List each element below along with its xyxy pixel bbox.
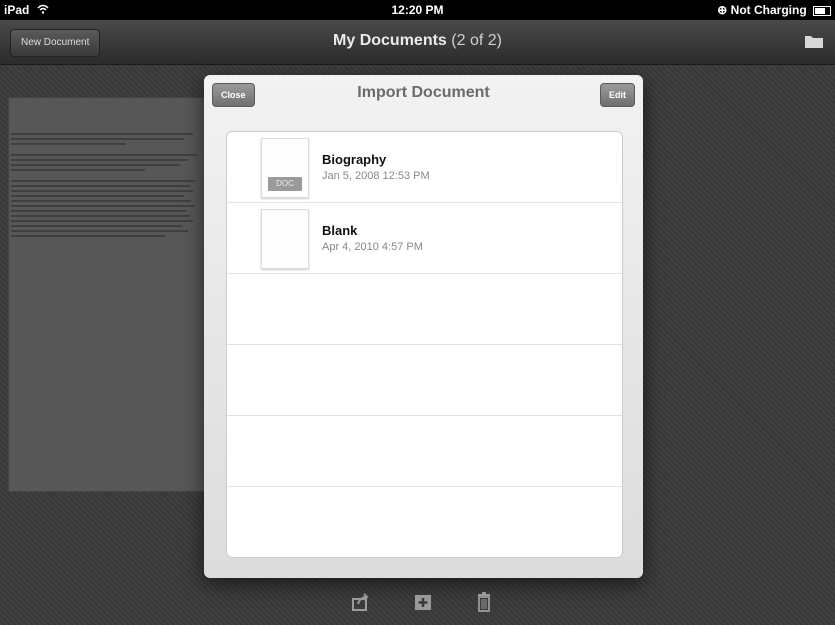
- title-main: My Documents: [333, 32, 447, 49]
- title-count: (2 of 2): [451, 32, 502, 49]
- document-name: Blank: [322, 223, 358, 238]
- document-thumbnail: [261, 209, 309, 269]
- document-date: Jan 5, 2008 12:53 PM: [322, 170, 430, 182]
- document-list: DOC Biography Jan 5, 2008 12:53 PM Blank…: [226, 131, 623, 558]
- dialog-title: Import Document: [357, 84, 490, 101]
- battery-icon: [813, 5, 831, 16]
- empty-row: [227, 416, 622, 487]
- folder-icon[interactable]: [805, 34, 823, 48]
- bottom-toolbar: [0, 590, 835, 614]
- status-bar: iPad 12:20 PM ⊕ Not Charging: [0, 0, 835, 20]
- page-title: My Documents (2 of 2): [0, 32, 835, 50]
- empty-row: [227, 487, 622, 557]
- top-toolbar: New Document My Documents (2 of 2): [0, 20, 835, 65]
- import-document-dialog: Close Import Document Edit DOC Biography…: [204, 75, 643, 578]
- document-name: Biography: [322, 152, 387, 167]
- edit-button[interactable]: Edit: [600, 83, 635, 107]
- lock-rotation-icon: ⊕: [717, 3, 728, 17]
- document-preview[interactable]: [8, 97, 210, 492]
- list-item[interactable]: DOC Biography Jan 5, 2008 12:53 PM: [227, 132, 622, 203]
- document-date: Apr 4, 2010 4:57 PM: [322, 241, 423, 253]
- doc-badge: DOC: [268, 177, 302, 191]
- trash-icon[interactable]: [474, 592, 494, 612]
- empty-row: [227, 274, 622, 345]
- charging-status: Not Charging: [730, 3, 807, 17]
- document-thumbnail: DOC: [261, 138, 309, 198]
- empty-row: [227, 345, 622, 416]
- status-time: 12:20 PM: [391, 3, 444, 17]
- status-right: ⊕ Not Charging: [717, 3, 831, 17]
- document-preview-text: [11, 133, 203, 240]
- dialog-header: Close Import Document Edit: [204, 75, 643, 113]
- share-icon[interactable]: [351, 592, 371, 612]
- list-item[interactable]: Blank Apr 4, 2010 4:57 PM: [227, 203, 622, 274]
- add-document-icon[interactable]: [413, 592, 433, 612]
